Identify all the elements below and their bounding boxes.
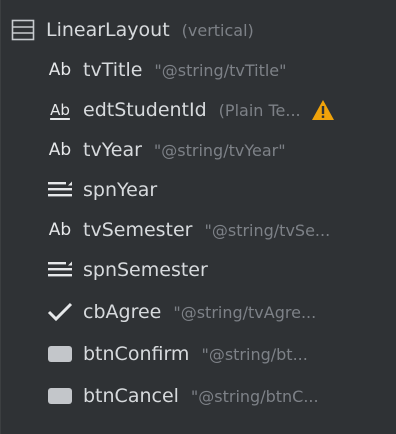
- spinner-icon: [45, 177, 75, 203]
- node-name: btnCancel: [83, 385, 179, 407]
- node-name: btnConfirm: [83, 343, 190, 365]
- tree-node-spnyear[interactable]: spnYear: [1, 170, 396, 210]
- node-name: cbAgree: [83, 301, 162, 323]
- node-name: edtStudentId: [83, 99, 207, 121]
- tree-node-tvtitle[interactable]: Ab tvTitle "@string/tvTitle": [1, 50, 396, 90]
- tree-node-edtstudentid[interactable]: Ab edtStudentId (Plain Te...: [1, 90, 396, 130]
- node-detail: "@string/tvTitle": [154, 60, 287, 80]
- tree-node-linearlayout[interactable]: LinearLayout (vertical): [1, 10, 396, 50]
- edittext-icon: Ab: [50, 101, 70, 119]
- node-name: LinearLayout: [46, 19, 170, 41]
- spinner-icon: [45, 257, 75, 283]
- button-icon: [45, 341, 75, 367]
- node-name: tvYear: [83, 139, 142, 161]
- tree-node-btnconfirm[interactable]: btnConfirm "@string/bt...: [1, 334, 396, 374]
- tree-node-btncancel[interactable]: btnCancel "@string/btnC...: [1, 376, 396, 416]
- node-detail: (Plain Te...: [218, 100, 301, 120]
- node-detail: "@string/btnC...: [190, 386, 319, 406]
- node-detail: "@string/bt...: [201, 344, 308, 364]
- component-tree-panel: LinearLayout (vertical) Ab tvTitle "@str…: [0, 0, 396, 434]
- tree-node-spnsemester[interactable]: spnSemester: [1, 250, 396, 290]
- node-detail: "@string/tvAgre...: [173, 302, 317, 322]
- warning-icon[interactable]: [311, 99, 335, 121]
- node-detail: "@string/tvSe...: [204, 220, 331, 240]
- tree-node-cbagree[interactable]: cbAgree "@string/tvAgre...: [1, 292, 396, 332]
- textview-icon: Ab: [48, 220, 72, 240]
- linear-layout-icon: [8, 17, 38, 43]
- tree-node-tvsemester[interactable]: Ab tvSemester "@string/tvSe...: [1, 210, 396, 250]
- textview-icon: Ab: [48, 140, 72, 160]
- tree-node-tvyear[interactable]: Ab tvYear "@string/tvYear": [1, 130, 396, 170]
- textview-icon: Ab: [48, 60, 72, 80]
- node-name: spnYear: [83, 179, 158, 201]
- node-detail: (vertical): [181, 20, 254, 40]
- node-name: tvTitle: [83, 59, 143, 81]
- node-detail: "@string/tvYear": [153, 140, 286, 160]
- button-icon: [45, 383, 75, 409]
- node-name: spnSemester: [83, 259, 208, 281]
- checkbox-icon: [45, 299, 75, 325]
- node-name: tvSemester: [83, 219, 193, 241]
